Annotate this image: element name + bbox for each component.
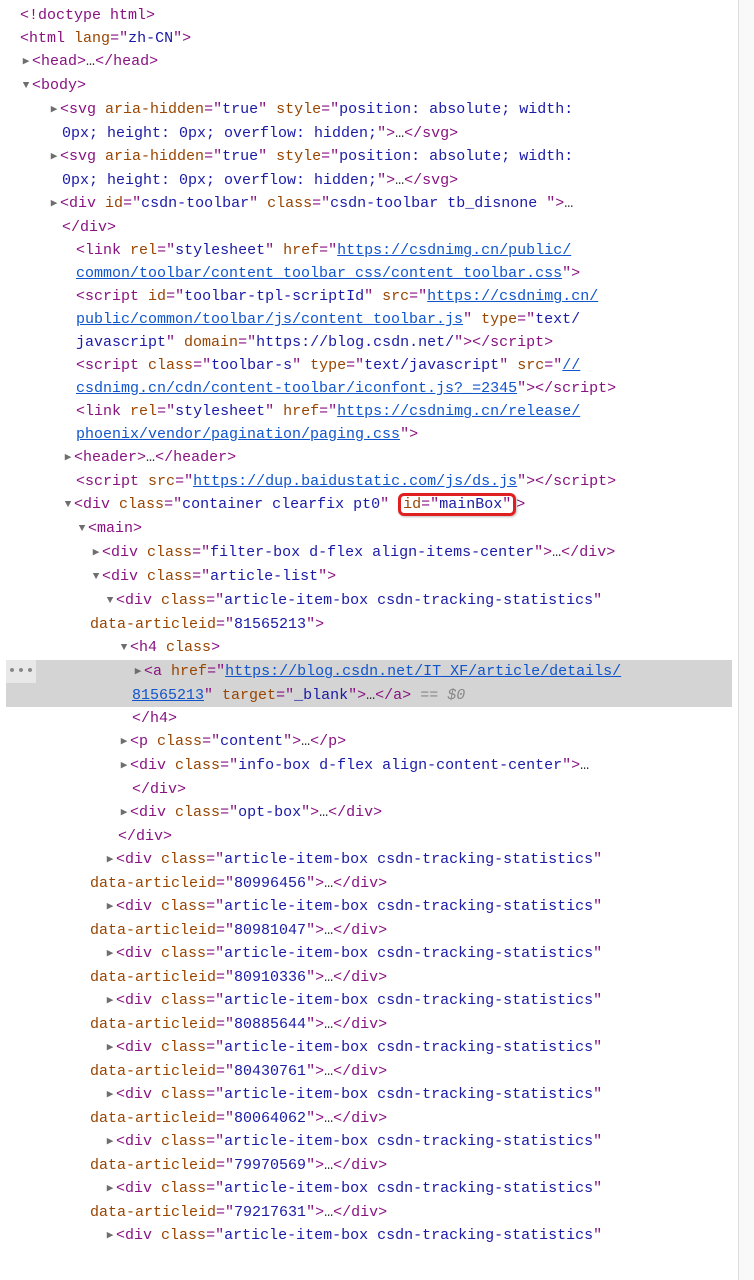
article-list-div[interactable]: ▼<div class="article-list"> — [6, 565, 732, 589]
article-item[interactable]: ▶<div class="article-item-box csdn-track… — [6, 895, 732, 919]
expand-arrow-icon[interactable]: ▶ — [118, 731, 130, 754]
collapse-arrow-icon[interactable]: ▼ — [104, 590, 116, 613]
expand-arrow-icon[interactable]: ▶ — [104, 990, 116, 1013]
article-item[interactable]: ▶<div class="article-item-box csdn-track… — [6, 1083, 732, 1107]
right-gutter — [738, 0, 754, 1280]
expand-arrow-icon[interactable]: ▶ — [48, 146, 60, 169]
h4-close[interactable]: </h4> — [6, 707, 732, 730]
article-item-cont: data-articleid="80064062">…</div> — [6, 1107, 732, 1130]
script-toolbar[interactable]: <script id="toolbar-tpl-scriptId" src="h… — [6, 285, 732, 308]
main-node[interactable]: ▼<main> — [6, 517, 732, 541]
script-toolbar-s-cont: csdnimg.cn/cdn/content-toolbar/iconfont.… — [6, 377, 732, 400]
link-stylesheet-1-cont: common/toolbar/content_toolbar_css/conte… — [6, 262, 732, 285]
expand-arrow-icon[interactable]: ▶ — [118, 755, 130, 778]
expand-arrow-icon[interactable]: ▶ — [104, 943, 116, 966]
svg-node-1-cont: 0px; height: 0px; overflow: hidden;">…</… — [6, 122, 732, 145]
expand-arrow-icon[interactable]: ▶ — [104, 1037, 116, 1060]
expand-arrow-icon[interactable]: ▶ — [104, 1084, 116, 1107]
info-box-div[interactable]: ▶<div class="info-box d-flex align-conte… — [6, 754, 732, 778]
script-toolbar-s[interactable]: <script class="toolbar-s" type="text/jav… — [6, 354, 732, 377]
expand-arrow-icon[interactable]: ▶ — [104, 1131, 116, 1154]
filter-box-div[interactable]: ▶<div class="filter-box d-flex align-ite… — [6, 541, 732, 565]
article-item-cont: data-articleid="79970569">…</div> — [6, 1154, 732, 1177]
article-item-cont: data-articleid="79217631">…</div> — [6, 1201, 732, 1224]
article-item-cont: data-articleid="80996456">…</div> — [6, 872, 732, 895]
svg-node-2-cont: 0px; height: 0px; overflow: hidden;">…</… — [6, 169, 732, 192]
expand-arrow-icon[interactable]: ▶ — [118, 802, 130, 825]
dom-tree[interactable]: <!doctype html> <html lang="zh-CN"> ▶<he… — [0, 0, 738, 1252]
article-item-1-cont: data-articleid="81565213"> — [6, 613, 732, 636]
header-node[interactable]: ▶<header>…</header> — [6, 446, 732, 470]
article-item[interactable]: ▶<div class="article-item-box csdn-track… — [6, 942, 732, 966]
collapse-arrow-icon[interactable]: ▼ — [76, 518, 88, 541]
article-item[interactable]: ▶<div class="article-item-box csdn-track… — [6, 989, 732, 1013]
expand-arrow-icon[interactable]: ▶ — [104, 1178, 116, 1201]
html-open[interactable]: <html lang="zh-CN"> — [6, 27, 732, 50]
article-item-cont: data-articleid="80981047">…</div> — [6, 919, 732, 942]
script-toolbar-cont1: public/common/toolbar/js/content_toolbar… — [6, 308, 732, 331]
elements-panel[interactable]: <!doctype html> <html lang="zh-CN"> ▶<he… — [0, 0, 738, 1280]
highlight-annotation: id="mainBox" — [398, 493, 516, 516]
collapse-arrow-icon[interactable]: ▼ — [90, 566, 102, 589]
article-item[interactable]: ▶<div class="article-item-box csdn-track… — [6, 1177, 732, 1201]
link-stylesheet-2[interactable]: <link rel="stylesheet" href="https://csd… — [6, 400, 732, 423]
article-item[interactable]: ▶<div class="article-item-box csdn-track… — [6, 1036, 732, 1060]
article-item-1-close[interactable]: </div> — [6, 825, 732, 848]
expand-arrow-icon[interactable]: ▶ — [48, 99, 60, 122]
head-node[interactable]: ▶<head>…</head> — [6, 50, 732, 74]
article-item[interactable]: ▶<div class="article-item-box csdn-track… — [6, 1130, 732, 1154]
expand-arrow-icon[interactable]: ▶ — [62, 447, 74, 470]
script-baidu[interactable]: <script src="https://dup.baidustatic.com… — [6, 470, 732, 493]
selected-dots-icon: ••• — [6, 660, 36, 683]
expand-arrow-icon[interactable]: ▶ — [104, 1225, 116, 1248]
collapse-arrow-icon[interactable]: ▼ — [62, 494, 74, 517]
doctype-line[interactable]: <!doctype html> — [6, 4, 732, 27]
collapse-arrow-icon[interactable]: ▼ — [20, 75, 32, 98]
opt-box-div[interactable]: ▶<div class="opt-box">…</div> — [6, 801, 732, 825]
link-stylesheet-1[interactable]: <link rel="stylesheet" href="https://csd… — [6, 239, 732, 262]
link-stylesheet-2-cont: phoenix/vendor/pagination/paging.css"> — [6, 423, 732, 446]
info-box-close: </div> — [6, 778, 732, 801]
article-item[interactable]: ▶<div class="article-item-box csdn-track… — [6, 848, 732, 872]
collapse-arrow-icon[interactable]: ▼ — [118, 637, 130, 660]
article-item-last[interactable]: ▶<div class="article-item-box csdn-track… — [6, 1224, 732, 1248]
selected-node[interactable]: ••• ▶<a href="https://blog.csdn.net/IT_X… — [6, 660, 732, 707]
expand-arrow-icon[interactable]: ▶ — [48, 193, 60, 216]
mainbox-div[interactable]: ▼<div class="container clearfix pt0" id=… — [6, 493, 732, 517]
expand-arrow-icon[interactable]: ▶ — [20, 51, 32, 74]
p-content[interactable]: ▶<p class="content">…</p> — [6, 730, 732, 754]
article-item-cont: data-articleid="80430761">…</div> — [6, 1060, 732, 1083]
anchor-node[interactable]: ▶<a href="https://blog.csdn.net/IT_XF/ar… — [6, 660, 732, 684]
expand-arrow-icon[interactable]: ▶ — [132, 661, 144, 684]
expand-arrow-icon[interactable]: ▶ — [104, 896, 116, 919]
article-item-1[interactable]: ▼<div class="article-item-box csdn-track… — [6, 589, 732, 613]
script-toolbar-cont2: javascript" domain="https://blog.csdn.ne… — [6, 331, 732, 354]
article-item-cont: data-articleid="80910336">…</div> — [6, 966, 732, 989]
toolbar-div-close: </div> — [6, 216, 732, 239]
anchor-node-cont: 81565213" target="_blank">…</a> == $0 — [6, 684, 732, 707]
body-node[interactable]: ▼<body> — [6, 74, 732, 98]
expand-arrow-icon[interactable]: ▶ — [90, 542, 102, 565]
article-item-cont: data-articleid="80885644">…</div> — [6, 1013, 732, 1036]
toolbar-div[interactable]: ▶<div id="csdn-toolbar" class="csdn-tool… — [6, 192, 732, 216]
h4-node[interactable]: ▼<h4 class> — [6, 636, 732, 660]
doctype-text: <!doctype html> — [20, 7, 155, 24]
expand-arrow-icon[interactable]: ▶ — [104, 849, 116, 872]
